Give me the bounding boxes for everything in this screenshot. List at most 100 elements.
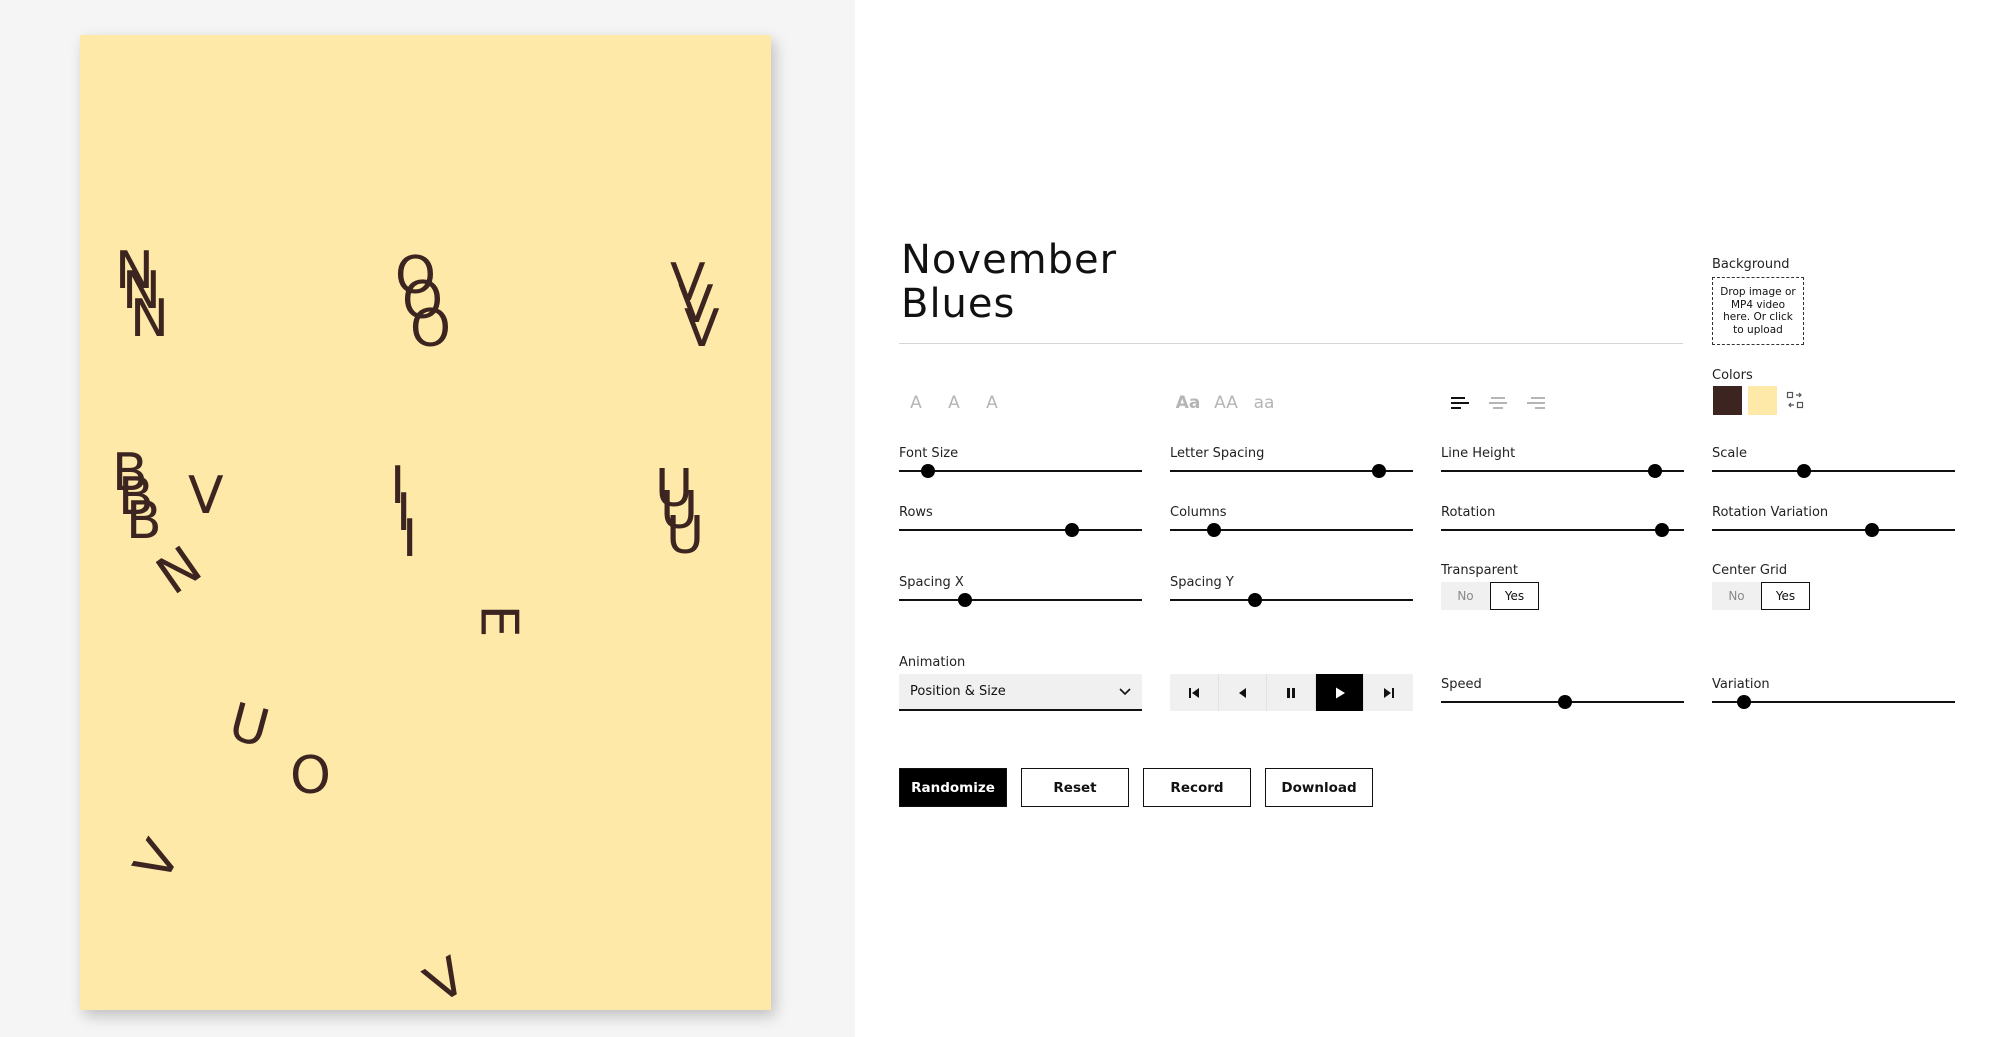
poster-glyph: V [684, 299, 720, 359]
slider-thumb[interactable] [1206, 523, 1221, 537]
randomize-button[interactable]: Randomize [899, 768, 1007, 807]
spacing-y-slider[interactable] [1170, 593, 1413, 607]
title-line-2: Blues [901, 281, 1016, 327]
step-back-icon[interactable] [1218, 674, 1268, 711]
spacing-x-label: Spacing X [899, 575, 964, 590]
reset-button[interactable]: Reset [1021, 768, 1129, 807]
slider-thumb[interactable] [957, 593, 972, 607]
poster-glyph: B [126, 491, 162, 551]
slider-thumb[interactable] [1736, 695, 1751, 709]
center-grid-yes-option[interactable]: Yes [1761, 582, 1810, 610]
poster-glyph: N [130, 289, 169, 349]
slider-thumb[interactable] [1371, 464, 1386, 478]
speed-label: Speed [1441, 677, 1482, 692]
slider-track [1170, 599, 1413, 601]
align-center-icon[interactable] [1479, 387, 1517, 419]
poster-glyph: V [122, 830, 193, 892]
transparent-toggle: No Yes [1441, 582, 1539, 610]
columns-label: Columns [1170, 505, 1227, 520]
poster-glyph: N [146, 535, 213, 607]
case-lower[interactable]: aa [1245, 387, 1283, 419]
skip-to-start-icon[interactable] [1170, 674, 1219, 711]
slider-thumb[interactable] [921, 464, 936, 478]
rotation-label: Rotation [1441, 505, 1496, 520]
controls-panel [855, 0, 2000, 1037]
slider-thumb[interactable] [1655, 523, 1670, 537]
transparent-label: Transparent [1441, 563, 1518, 578]
align-right-icon[interactable] [1517, 387, 1555, 419]
transparent-yes-option[interactable]: Yes [1490, 582, 1539, 610]
rotation-slider[interactable] [1441, 523, 1684, 537]
columns-slider[interactable] [1170, 523, 1413, 537]
center-grid-toggle: No Yes [1712, 582, 1810, 610]
slider-thumb[interactable] [1797, 464, 1812, 478]
align-left-icon[interactable] [1441, 387, 1479, 419]
font-weight-regular[interactable]: A [897, 387, 935, 419]
colors-label: Colors [1712, 368, 1753, 383]
line-height-label: Line Height [1441, 446, 1516, 461]
font-weight-thin[interactable]: A [973, 387, 1011, 419]
slider-track [899, 529, 1142, 531]
slider-thumb[interactable] [1557, 695, 1572, 709]
title-line-1: November [901, 237, 1118, 283]
font-weight-selector: A A A [897, 387, 1011, 419]
animation-select[interactable]: Position & Size [899, 674, 1142, 711]
poster-glyph: O [410, 299, 451, 359]
center-grid-no-option[interactable]: No [1712, 582, 1761, 610]
download-button[interactable]: Download [1265, 768, 1373, 807]
animation-select-value: Position & Size [910, 684, 1006, 699]
slider-thumb[interactable] [1248, 593, 1263, 607]
variation-slider[interactable] [1712, 695, 1955, 709]
case-title[interactable]: Aa [1169, 387, 1207, 419]
poster-canvas: NNNOOOVVVBBBVNIIIUUUEUOVV [80, 35, 771, 1010]
background-label: Background [1712, 257, 1790, 272]
poster-glyph: U [222, 692, 276, 760]
playback-controls [1170, 674, 1413, 711]
background-dropzone[interactable]: Drop image or MP4 video here. Or click t… [1712, 277, 1804, 345]
letter-spacing-slider[interactable] [1170, 464, 1413, 478]
color-swatch-foreground[interactable] [1713, 386, 1742, 415]
rotation-variation-slider[interactable] [1712, 523, 1955, 537]
poster-glyph: I [402, 509, 418, 569]
scale-label: Scale [1712, 446, 1747, 461]
record-button[interactable]: Record [1143, 768, 1251, 807]
font-size-slider[interactable] [899, 464, 1142, 478]
swap-colors-icon[interactable] [1786, 391, 1804, 409]
slider-track [1441, 529, 1684, 531]
text-case-selector: Aa AA aa [1169, 387, 1283, 419]
color-swatch-background[interactable] [1748, 386, 1777, 415]
preview-panel: NNNOOOVVVBBBVNIIIUUUEUOVV [0, 0, 855, 1037]
skip-to-end-icon[interactable] [1364, 674, 1413, 711]
rotation-variation-label: Rotation Variation [1712, 505, 1829, 520]
slider-thumb[interactable] [1865, 523, 1880, 537]
page-title: November Blues [901, 238, 1117, 326]
speed-slider[interactable] [1441, 695, 1684, 709]
font-weight-light[interactable]: A [935, 387, 973, 419]
transparent-no-option[interactable]: No [1441, 582, 1490, 610]
spacing-x-slider[interactable] [899, 593, 1142, 607]
text-align-selector [1441, 387, 1555, 419]
font-size-label: Font Size [899, 446, 959, 461]
variation-label: Variation [1712, 677, 1770, 692]
poster-glyph: E [468, 604, 529, 638]
poster-glyph: O [290, 746, 331, 806]
slider-track [1712, 529, 1955, 531]
poster-glyph: V [188, 466, 224, 526]
pause-icon[interactable] [1267, 674, 1316, 711]
line-height-slider[interactable] [1441, 464, 1684, 478]
spacing-y-label: Spacing Y [1170, 575, 1234, 590]
rows-label: Rows [899, 505, 933, 520]
case-upper[interactable]: AA [1207, 387, 1245, 419]
play-icon[interactable] [1315, 674, 1365, 711]
rows-slider[interactable] [899, 523, 1142, 537]
center-grid-label: Center Grid [1712, 563, 1788, 578]
chevron-down-icon [1118, 684, 1132, 698]
title-divider [899, 343, 1683, 344]
animation-label: Animation [899, 655, 966, 670]
slider-track [1712, 470, 1955, 472]
slider-track [899, 470, 1142, 472]
scale-slider[interactable] [1712, 464, 1955, 478]
slider-thumb[interactable] [1064, 523, 1079, 537]
letter-spacing-label: Letter Spacing [1170, 446, 1265, 461]
slider-thumb[interactable] [1647, 464, 1662, 478]
